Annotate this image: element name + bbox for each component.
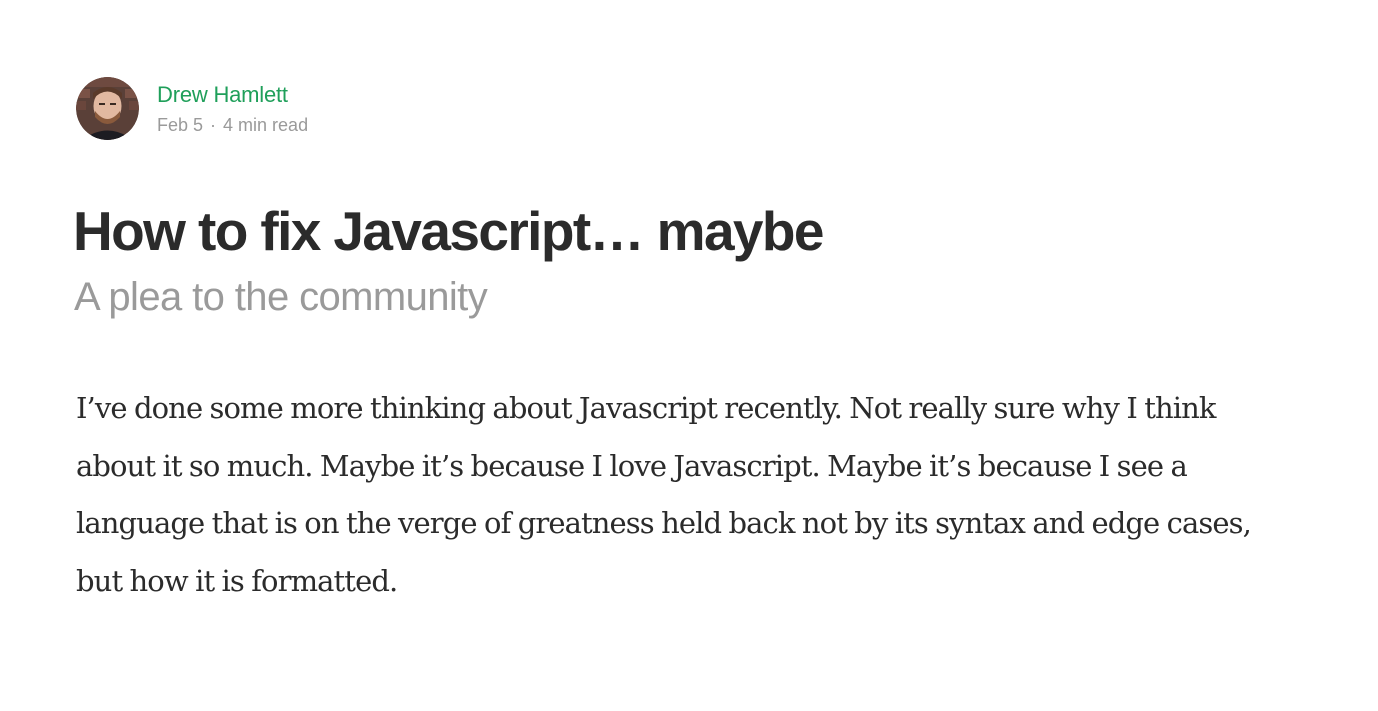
publish-date: Feb 5 (157, 114, 204, 135)
author-avatar[interactable] (76, 77, 139, 140)
publish-info: Feb 5 · 4 min read (157, 113, 308, 137)
author-byline: Drew Hamlett Feb 5 · 4 min read (76, 77, 308, 140)
article-paragraph: I’ve done some more thinking about Javas… (76, 391, 1252, 598)
byline-meta: Drew Hamlett Feb 5 · 4 min read (157, 81, 308, 137)
meta-separator: · (210, 114, 217, 135)
article-page: Drew Hamlett Feb 5 · 4 min read How to fix… (0, 0, 1378, 711)
article-subtitle: A plea to the community (74, 275, 488, 319)
article-title: How to fix Javascript… maybe (73, 200, 825, 262)
author-name-link[interactable]: Drew Hamlett (157, 81, 308, 109)
read-time: 4 min read (223, 114, 309, 135)
